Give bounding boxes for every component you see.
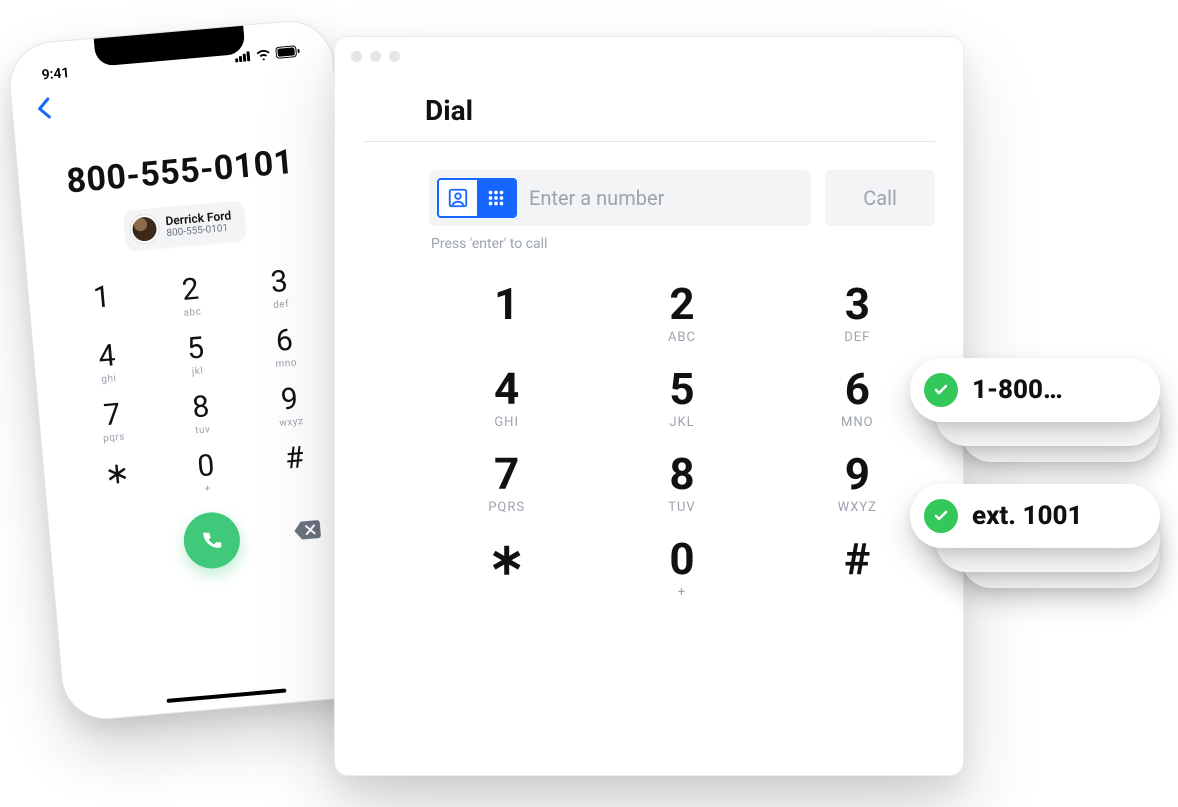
input-mode-toggle[interactable] xyxy=(437,178,517,218)
call-button[interactable]: Call xyxy=(825,170,935,226)
wifi-icon xyxy=(255,48,271,64)
number-chip[interactable]: 1-800… xyxy=(910,358,1160,422)
keypad-key-6[interactable]: 6MNO xyxy=(807,367,907,430)
chip-label: ext. 1001 xyxy=(972,501,1082,531)
keypad-key-star[interactable]: ∗ xyxy=(457,537,557,600)
keypad-key-2[interactable]: 2ABC xyxy=(632,282,732,345)
phone-key-6[interactable]: 6mno xyxy=(243,323,326,373)
phone-icon xyxy=(199,527,225,553)
page-title: Dial xyxy=(425,94,963,127)
keypad-key-9[interactable]: 9WXYZ xyxy=(807,452,907,515)
phone-key-9[interactable]: 9wxyz xyxy=(248,382,331,432)
phone-key-1[interactable]: 1 xyxy=(61,280,144,330)
status-icons xyxy=(234,45,300,67)
keypad-key-1[interactable]: 1 xyxy=(457,282,557,345)
divider xyxy=(363,141,935,142)
battery-icon xyxy=(275,45,300,63)
keypad-key-4[interactable]: 4GHI xyxy=(457,367,557,430)
keypad-key-7[interactable]: 7PQRS xyxy=(457,452,557,515)
keypad-key-3[interactable]: 3DEF xyxy=(807,282,907,345)
phone-key-5[interactable]: 5jkl xyxy=(155,331,238,381)
phone-keypad: 1 2abc3def 4ghi5jkl6mno 7pqrs8tuv9wxyz ∗ 0+… xyxy=(46,263,351,507)
number-input-row[interactable]: Enter a number xyxy=(429,170,811,226)
window-controls[interactable] xyxy=(335,37,963,76)
extension-chip[interactable]: ext. 1001 xyxy=(910,484,1160,548)
keypad-key-5[interactable]: 5JKL xyxy=(632,367,732,430)
keypad-mode-icon[interactable] xyxy=(477,180,515,216)
keypad-key-8[interactable]: 8TUV xyxy=(632,452,732,515)
phone-key-2[interactable]: 2abc xyxy=(149,272,232,322)
home-indicator xyxy=(166,689,286,703)
hint-text: Press 'enter' to call xyxy=(431,236,963,252)
check-icon xyxy=(924,373,958,407)
phone-key-7[interactable]: 7pqrs xyxy=(71,397,154,447)
keypad-key-hash[interactable]: # xyxy=(807,537,907,600)
desktop-keypad: 1 2ABC 3DEF 4GHI 5JKL 6MNO 7PQRS 8TUV 9WXYZ ∗ 0+… xyxy=(429,282,935,600)
dialed-number: 800-555-0101 xyxy=(35,139,324,204)
avatar xyxy=(129,214,159,244)
signal-icon xyxy=(234,50,251,66)
check-icon xyxy=(924,499,958,533)
number-input[interactable]: Enter a number xyxy=(529,186,664,210)
backspace-button[interactable] xyxy=(293,519,323,545)
contact-mode-icon[interactable] xyxy=(439,180,477,216)
call-button[interactable] xyxy=(182,510,243,571)
phone-key-0[interactable]: 0+ xyxy=(165,448,248,498)
phone-key-3[interactable]: 3def xyxy=(238,264,321,314)
contact-chip[interactable]: Derrick Ford 800-555-0101 xyxy=(122,200,247,250)
keypad-key-0[interactable]: 0+ xyxy=(632,537,732,600)
chip-label: 1-800… xyxy=(972,375,1063,405)
phone-key-hash[interactable]: # xyxy=(253,440,336,490)
phone-key-star[interactable]: ∗ xyxy=(76,456,159,506)
status-time: 9:41 xyxy=(41,65,70,83)
phone-key-4[interactable]: 4ghi xyxy=(66,338,149,388)
phone-mockup: 9:41 800-555-0101 Derrick Ford 800-555-0… xyxy=(6,17,389,723)
dial-window: Dial Enter a number Call Press 'enter' t… xyxy=(334,36,964,776)
phone-key-8[interactable]: 8tuv xyxy=(160,389,243,439)
